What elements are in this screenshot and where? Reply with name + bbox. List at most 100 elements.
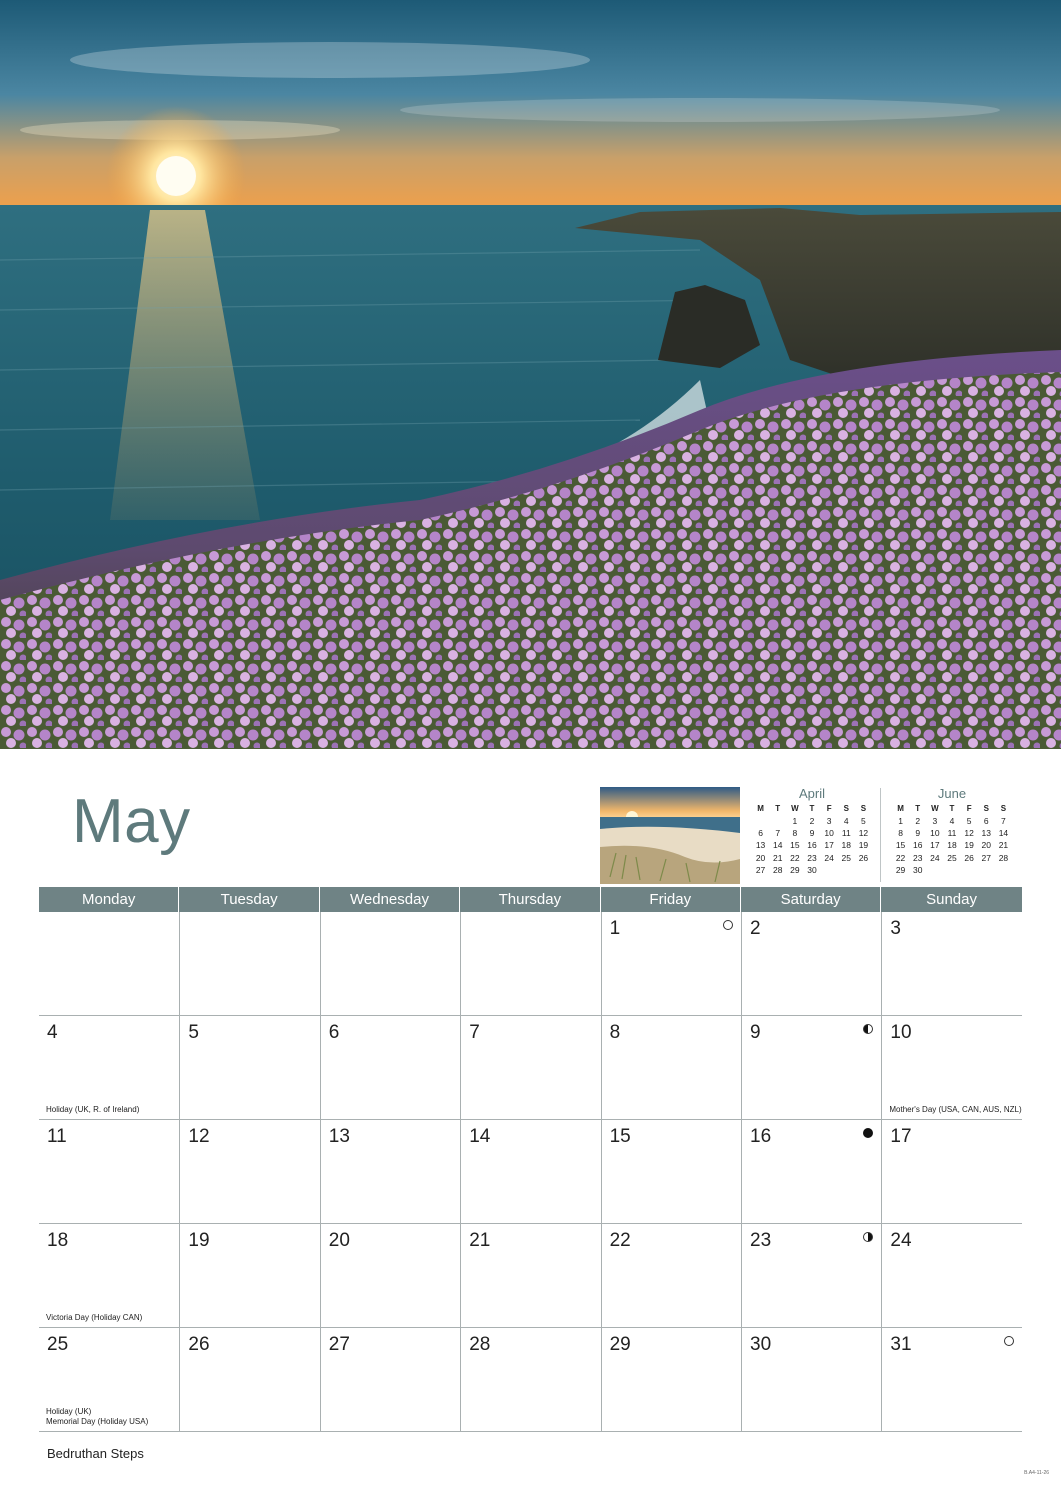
day-number: 29 [609, 1334, 631, 1355]
mini-calendar-title: April [798, 786, 825, 801]
calendar-day-cell[interactable]: 9 [741, 1016, 881, 1119]
mini-calendar-day: 4 [843, 815, 849, 826]
calendar-day-cell[interactable]: 14 [460, 1120, 600, 1223]
day-number: 12 [188, 1126, 210, 1147]
mini-calendar-table: MTWTFSS 1 2 3 4 5 6 7 8 9 10 11 12 13 14 15 16 17 18 19 20 2… [892, 802, 1012, 876]
mini-calendar-day [855, 864, 872, 876]
mini-calendar-day: 1 [792, 815, 798, 826]
mini-calendar-day [821, 864, 838, 876]
calendar-grid: 1 2 3 4 Holiday (UK, R. of Ireland) 5 6 7 8 9 10 Mo… [39, 912, 1022, 1432]
photo-caption: Bedruthan Steps [47, 1446, 144, 1461]
day-number: 22 [609, 1230, 631, 1251]
mini-calendar-day: 24 [930, 852, 940, 863]
calendar-day-cell[interactable]: 20 [319, 1224, 460, 1327]
day-number: 11 [47, 1126, 67, 1147]
mini-calendar-day: 5 [966, 815, 972, 826]
day-number: 24 [890, 1230, 912, 1251]
calendar-day-cell[interactable]: 30 [741, 1328, 881, 1431]
mini-calendar-day: 28 [772, 865, 783, 876]
weekday-label: Thursday [460, 887, 601, 912]
mini-calendar-day: 2 [809, 815, 815, 826]
calendar-day-cell[interactable]: 11 [39, 1120, 179, 1223]
mini-calendar-day: 14 [772, 840, 783, 851]
calendar-day-cell[interactable] [39, 912, 179, 1015]
mini-calendar-day: 21 [998, 840, 1009, 851]
calendar-day-cell[interactable]: 15 [600, 1120, 741, 1223]
day-number: 23 [750, 1230, 772, 1251]
mini-calendar-week: 8 9 10 11 12 13 14 [892, 827, 1012, 839]
mini-calendar-day: 19 [964, 840, 974, 851]
mini-calendar-day: 22 [895, 852, 906, 863]
mini-calendar-week: 1 23456 7 [892, 814, 1012, 826]
day-number: 7 [469, 1022, 480, 1043]
mini-calendar-day: 12 [964, 827, 974, 838]
calendar-day-cell[interactable]: 1 [600, 912, 741, 1015]
day-number: 31 [890, 1334, 912, 1355]
calendar-day-cell[interactable]: 28 [460, 1328, 600, 1431]
day-number: 14 [469, 1126, 491, 1147]
calendar-day-cell[interactable]: 24 [881, 1224, 1021, 1327]
mini-calendar-day: 7 [1001, 815, 1006, 826]
mini-calendar-day: 17 [930, 840, 940, 851]
calendar-week-row: 1 2 3 [39, 912, 1022, 1016]
mini-calendar-table: MTWTFSS 1 2 3 4 5 6 7 8 9 10 11 12 13 14 15 16 17 18 19 20 2… [752, 802, 872, 876]
mini-calendar-day [926, 864, 943, 876]
mini-calendar-day [995, 864, 1012, 876]
calendar-day-cell[interactable] [460, 912, 600, 1015]
weekday-label: Saturday [740, 887, 882, 912]
calendar-day-cell[interactable]: 7 [460, 1016, 600, 1119]
calendar-day-cell[interactable]: 19 [179, 1224, 319, 1327]
mini-calendar-day: 10 [824, 827, 834, 838]
day-number: 5 [188, 1022, 199, 1043]
calendar-day-cell[interactable] [179, 912, 319, 1015]
calendar-day-cell[interactable]: 5 [179, 1016, 319, 1119]
calendar-day-cell[interactable]: 21 [460, 1224, 600, 1327]
calendar-week-row: 11 12 13 14 15 16 17 [39, 1120, 1022, 1224]
calendar-day-cell[interactable]: 3 [881, 912, 1021, 1015]
weekday-label: Friday [600, 887, 741, 912]
calendar-day-cell[interactable]: 4 Holiday (UK, R. of Ireland) [39, 1016, 179, 1119]
calendar-day-cell[interactable] [319, 912, 460, 1015]
day-number: 26 [188, 1334, 210, 1355]
mini-calendar-day: 18 [841, 840, 851, 851]
calendar-day-cell[interactable]: 10 Mother's Day (USA, CAN, AUS, NZL) [881, 1016, 1022, 1119]
day-number: 25 [47, 1334, 69, 1355]
calendar-day-cell[interactable]: 25 Holiday (UK) Memorial Day (Holiday USA) [39, 1328, 179, 1431]
mini-calendar-day: 3 [826, 815, 832, 826]
calendar-day-cell[interactable]: 12 [179, 1120, 319, 1223]
mini-calendar-day: 19 [858, 840, 869, 851]
calendar-day-cell[interactable]: 2 [741, 912, 881, 1015]
calendar-day-cell[interactable]: 22 [600, 1224, 741, 1327]
mini-calendar-day: 20 [755, 852, 766, 863]
hero-photo [0, 0, 1061, 749]
calendar-day-cell[interactable]: 13 [319, 1120, 460, 1223]
month-title: May [72, 787, 191, 856]
calendar-day-cell[interactable]: 18 Victoria Day (Holiday CAN) [39, 1224, 179, 1327]
calendar-day-cell[interactable]: 27 [319, 1328, 460, 1431]
mini-calendar-day: 8 [898, 827, 903, 838]
mini-calendar-day: 1 [898, 815, 903, 826]
mini-calendar-weekday: M [757, 803, 764, 813]
calendar-day-cell[interactable]: 17 [881, 1120, 1021, 1223]
calendar-day-cell[interactable]: 16 [741, 1120, 881, 1223]
mini-calendar-weekday: S [983, 803, 989, 813]
calendar-day-cell[interactable]: 29 [600, 1328, 741, 1431]
calendar-day-cell[interactable]: 31 [881, 1328, 1021, 1431]
mini-calendar-day: 6 [983, 815, 989, 826]
calendar-day-cell[interactable]: 6 [319, 1016, 460, 1119]
weekday-label: Tuesday [179, 887, 320, 912]
mini-calendar-day: 23 [807, 852, 817, 863]
mini-calendar-day: 22 [790, 852, 800, 863]
mini-calendar-weekday: S [860, 803, 867, 813]
day-number: 6 [328, 1022, 340, 1043]
mini-calendar-day: 13 [755, 840, 766, 851]
day-number: 3 [890, 918, 901, 939]
calendar-day-cell[interactable]: 23 [741, 1224, 881, 1327]
mini-calendar-day: 6 [758, 827, 763, 838]
mini-calendar-day: 3 [932, 815, 938, 826]
calendar-day-cell[interactable]: 26 [179, 1328, 319, 1431]
moon-phase-full-icon [1003, 1336, 1014, 1346]
calendar-day-cell[interactable]: 8 [600, 1016, 741, 1119]
mini-calendar-day: 10 [930, 827, 940, 838]
mini-calendar-weekday: T [775, 803, 781, 813]
